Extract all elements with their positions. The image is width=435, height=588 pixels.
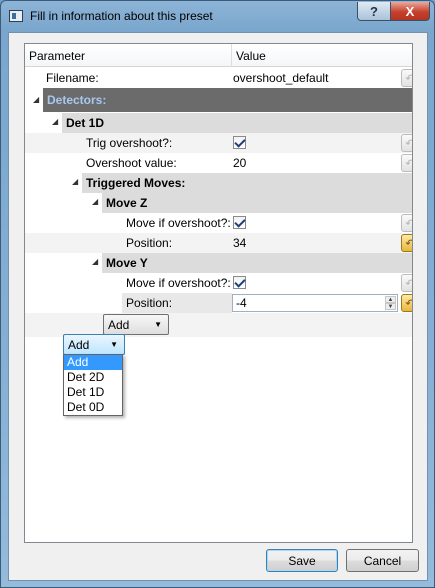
help-button[interactable]: ?	[357, 2, 391, 21]
dialog-window: Fill in information about this preset ? …	[0, 0, 435, 588]
overshoot-value-label: Overshoot value:	[86, 156, 177, 170]
dropdown-option-det-1d[interactable]: Det 1D	[64, 385, 122, 400]
row-move-y-if-overshoot[interactable]: Move if overshoot?: ↶	[25, 273, 412, 293]
close-button[interactable]: X	[390, 2, 430, 21]
filename-label: Filename:	[46, 71, 99, 85]
header-separator[interactable]	[231, 44, 232, 67]
spin-down-icon[interactable]: ▼	[385, 303, 396, 310]
det1d-group-bg	[62, 113, 412, 133]
title-bar[interactable]: Fill in information about this preset ? …	[1, 1, 434, 31]
move-y-if-checkbox[interactable]	[233, 276, 246, 289]
add-combo-inner-label: Add	[108, 318, 130, 332]
move-z-if-label: Move if overshoot?:	[126, 216, 231, 230]
row-move-y[interactable]: ◢ Move Y	[25, 253, 412, 273]
dropdown-option-det-0d[interactable]: Det 0D	[64, 400, 122, 415]
tree-header: Parameter Value	[25, 44, 412, 67]
move-y-position-spinbox[interactable]: -4 ▲ ▼	[232, 294, 398, 312]
reset-arrow-icon[interactable]: ↶	[401, 134, 412, 152]
reset-arrow-icon[interactable]: ↶	[401, 214, 412, 232]
reset-arrow-icon[interactable]: ↶	[401, 69, 412, 87]
move-z-group-bg	[102, 193, 412, 213]
det1d-label: Det 1D	[66, 116, 105, 130]
spin-arrows[interactable]: ▲ ▼	[385, 296, 396, 310]
triggered-moves-label: Triggered Moves:	[86, 176, 186, 190]
add-combo-inner[interactable]: Add ▼	[103, 314, 169, 335]
reset-arrow-icon[interactable]: ↶	[401, 234, 412, 252]
reset-arrow-icon[interactable]: ↶	[401, 154, 412, 172]
overshoot-value[interactable]: 20	[233, 156, 246, 170]
move-z-if-checkbox[interactable]	[233, 216, 246, 229]
chevron-down-icon: ▼	[110, 340, 118, 349]
row-detectors[interactable]: ◢ Detectors:	[25, 88, 412, 112]
move-z-label: Move Z	[106, 196, 148, 210]
move-y-label: Move Y	[106, 256, 148, 270]
dropdown-option-add[interactable]: Add	[64, 355, 122, 370]
row-move-z-position[interactable]: Position: 34 ↶	[25, 233, 412, 253]
save-button[interactable]: Save	[266, 549, 338, 572]
row-filename[interactable]: Filename: overshoot_default ↶	[25, 68, 412, 88]
add-combo-outer[interactable]: Add ▼	[63, 334, 125, 355]
move-y-position-value[interactable]: -4	[236, 296, 247, 310]
spin-up-icon[interactable]: ▲	[385, 296, 396, 303]
header-value[interactable]: Value	[236, 49, 266, 63]
window-title: Fill in information about this preset	[30, 9, 213, 23]
detectors-label: Detectors:	[47, 93, 107, 107]
add-combo-outer-label: Add	[68, 338, 90, 352]
row-move-z-if-overshoot[interactable]: Move if overshoot?: ↶	[25, 213, 412, 233]
expanded-triangle-icon[interactable]: ◢	[72, 177, 78, 186]
move-z-position-value[interactable]: 34	[233, 236, 246, 250]
reset-arrow-icon[interactable]: ↶	[401, 274, 412, 292]
row-move-z[interactable]: ◢ Move Z	[25, 193, 412, 213]
row-trig-overshoot[interactable]: Trig overshoot?: ↶	[25, 133, 412, 153]
row-det1d[interactable]: ◢ Det 1D	[25, 113, 412, 133]
parameter-tree[interactable]: Parameter Value Filename: overshoot_defa…	[24, 43, 413, 543]
filename-value[interactable]: overshoot_default	[233, 71, 328, 85]
app-icon	[9, 10, 23, 22]
reset-arrow-icon[interactable]: ↶	[401, 294, 412, 312]
move-y-position-label: Position:	[126, 296, 173, 310]
add-dropdown-list[interactable]: Add Det 2D Det 1D Det 0D	[63, 354, 123, 416]
dropdown-option-det-2d[interactable]: Det 2D	[64, 370, 122, 385]
row-overshoot-value[interactable]: Overshoot value: 20 ↶	[25, 153, 412, 173]
expanded-triangle-icon[interactable]: ◢	[92, 257, 98, 266]
move-y-group-bg	[102, 253, 412, 273]
row-move-y-position[interactable]: Position: -4 ▲ ▼ ↶	[25, 293, 412, 313]
expanded-triangle-icon[interactable]: ◢	[33, 95, 39, 104]
dialog-client-area: Parameter Value Filename: overshoot_defa…	[8, 32, 428, 581]
move-y-if-label: Move if overshoot?:	[126, 276, 231, 290]
trig-overshoot-checkbox[interactable]	[233, 136, 246, 149]
move-z-position-label: Position:	[126, 236, 173, 250]
expanded-triangle-icon[interactable]: ◢	[92, 197, 98, 206]
row-triggered-moves[interactable]: ◢ Triggered Moves:	[25, 173, 412, 193]
cancel-button[interactable]: Cancel	[346, 549, 419, 572]
header-parameter[interactable]: Parameter	[29, 49, 85, 63]
trig-overshoot-label: Trig overshoot?:	[86, 136, 173, 150]
chevron-down-icon: ▼	[154, 320, 162, 329]
expanded-triangle-icon[interactable]: ◢	[52, 117, 58, 126]
